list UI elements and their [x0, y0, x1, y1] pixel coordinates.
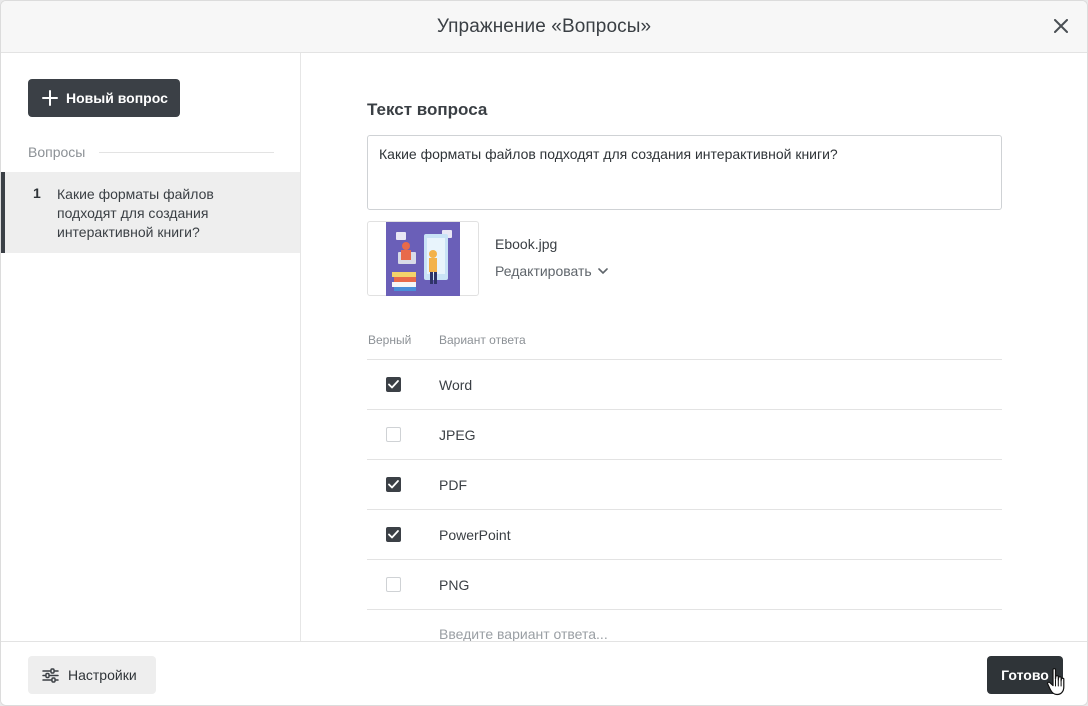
answer-text[interactable]: PDF [439, 477, 467, 493]
check-icon [387, 530, 399, 539]
ebook-illustration-image [386, 221, 460, 296]
answer-row: PowerPoint [367, 509, 1002, 559]
answer-text[interactable]: Word [439, 377, 472, 393]
question-text-heading: Текст вопроса [367, 100, 488, 119]
hand-pointer-cursor-icon [1046, 668, 1065, 696]
section-divider [99, 151, 274, 153]
dialog-header: Упражнение «Вопросы» [1, 1, 1087, 53]
question-editor: Текст вопроса Ebook.jp [301, 53, 1087, 643]
question-item-text: Какие форматы файлов подходят для создан… [57, 186, 214, 240]
dialog-title: Упражнение «Вопросы» [436, 15, 652, 37]
settings-button[interactable]: Настройки [28, 656, 156, 694]
answer-column-header: Вариант ответа [439, 333, 526, 347]
sliders-icon [42, 667, 59, 683]
plus-icon [42, 90, 58, 106]
question-image-thumbnail[interactable] [367, 221, 479, 296]
correct-checkbox[interactable] [385, 577, 401, 592]
answers-list: Word JPEG PDF PowerPoint PNG Введите вар… [367, 359, 1002, 643]
close-button[interactable] [1049, 14, 1073, 38]
answer-row: PNG [367, 559, 1002, 609]
check-icon [387, 480, 399, 489]
correct-column-header: Верный [368, 333, 412, 347]
questions-sidebar: Новый вопрос Вопросы 1 Какие форматы фай… [1, 53, 301, 641]
answer-text[interactable]: PowerPoint [439, 527, 511, 543]
questions-section-label: Вопросы [28, 144, 86, 160]
edit-image-label: Редактировать [495, 263, 592, 279]
correct-checkbox[interactable] [385, 477, 401, 492]
new-answer-row [367, 609, 1002, 643]
question-number: 1 [33, 185, 41, 201]
answer-row: Word [367, 359, 1002, 409]
check-icon [387, 380, 399, 389]
image-file-name: Ebook.jpg [495, 236, 558, 252]
answer-text[interactable]: JPEG [439, 427, 476, 443]
answer-row: JPEG [367, 409, 1002, 459]
correct-checkbox[interactable] [385, 427, 401, 442]
question-text-input[interactable] [367, 135, 1002, 210]
answer-row: PDF [367, 459, 1002, 509]
exercise-dialog: Упражнение «Вопросы» Новый вопрос Вопрос… [0, 0, 1088, 706]
new-question-label: Новый вопрос [66, 90, 168, 106]
edit-image-dropdown[interactable]: Редактировать [495, 263, 608, 279]
chevron-down-icon [597, 267, 608, 274]
settings-label: Настройки [68, 667, 137, 683]
correct-checkbox[interactable] [385, 377, 401, 392]
correct-checkbox[interactable] [385, 527, 401, 542]
close-icon [1054, 19, 1068, 33]
dialog-footer: Настройки Готово [1, 641, 1087, 705]
questions-section-header: Вопросы [28, 144, 274, 160]
answer-text[interactable]: PNG [439, 577, 469, 593]
question-list-item[interactable]: 1 Какие форматы файлов подходят для созд… [1, 172, 300, 253]
new-question-button[interactable]: Новый вопрос [28, 79, 180, 117]
